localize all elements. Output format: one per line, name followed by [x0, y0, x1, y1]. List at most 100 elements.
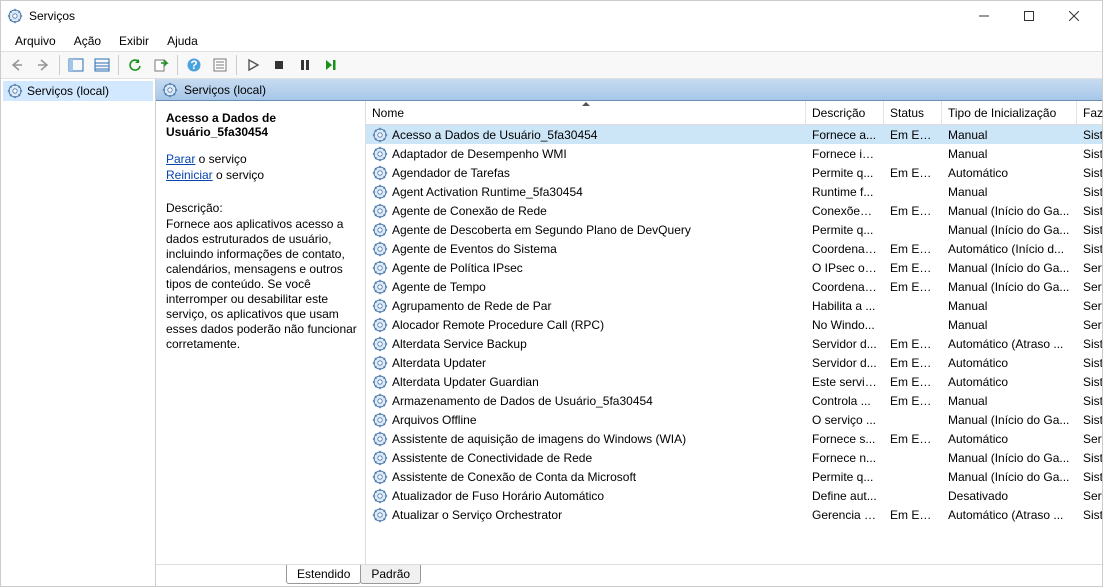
cell-logon: Sister — [1077, 375, 1102, 389]
cell-logon: Sister — [1077, 394, 1102, 408]
toolbar-separator — [236, 55, 237, 75]
service-row[interactable]: Agente de Eventos do Sistema Coordena ...… — [366, 239, 1102, 258]
service-row[interactable]: Assistente de Conexão de Conta da Micros… — [366, 467, 1102, 486]
gear-icon — [372, 469, 388, 485]
cell-description: Coordena ... — [806, 242, 884, 256]
service-row[interactable]: Assistente de aquisição de imagens do Wi… — [366, 429, 1102, 448]
cell-logon: Sister — [1077, 166, 1102, 180]
service-row[interactable]: Agente de Descoberta em Segundo Plano de… — [366, 220, 1102, 239]
service-row[interactable]: Adaptador de Desempenho WMIFornece in...… — [366, 144, 1102, 163]
refresh-button[interactable] — [123, 53, 147, 77]
cell-startup: Automático — [942, 166, 1077, 180]
minimize-button[interactable] — [961, 2, 1006, 30]
gear-icon — [372, 184, 388, 200]
window-controls — [961, 2, 1096, 30]
tab-standard[interactable]: Padrão — [360, 565, 421, 584]
show-hide-tree-button[interactable] — [64, 53, 88, 77]
service-row[interactable]: Arquivos OfflineO serviço ...Manual (Iní… — [366, 410, 1102, 429]
service-row[interactable]: Alterdata Service BackupServidor d...Em … — [366, 334, 1102, 353]
gear-icon — [372, 241, 388, 257]
stop-service-link[interactable]: Parar — [166, 152, 195, 166]
cell-name: Alocador Remote Procedure Call (RPC) — [366, 317, 806, 333]
cell-startup: Automático — [942, 356, 1077, 370]
restart-service-link[interactable]: Reiniciar — [166, 168, 213, 182]
service-row[interactable]: Armazenamento de Dados de Usuário_5fa304… — [366, 391, 1102, 410]
cell-description: Permite q... — [806, 166, 884, 180]
column-header-description[interactable]: Descrição — [806, 101, 884, 124]
cell-description: Habilita a ... — [806, 299, 884, 313]
tree-item-services-local[interactable]: Serviços (local) — [3, 81, 153, 101]
cell-name: Assistente de aquisição de imagens do Wi… — [366, 431, 806, 447]
service-rows[interactable]: Acesso a Dados de Usuário_5fa30454Fornec… — [366, 125, 1102, 564]
service-row[interactable]: Agente de TempoCoordena ...Em Exe...Manu… — [366, 277, 1102, 296]
menu-action[interactable]: Ação — [66, 32, 109, 50]
column-header-logon[interactable]: Fazer — [1077, 101, 1103, 124]
cell-status: Em Exe... — [884, 128, 942, 142]
cell-name: Agendador de Tarefas — [366, 165, 806, 181]
back-button[interactable] — [5, 53, 29, 77]
cell-logon: Sister — [1077, 242, 1102, 256]
service-row[interactable]: Acesso a Dados de Usuário_5fa30454Fornec… — [366, 125, 1102, 144]
service-row[interactable]: Atualizador de Fuso Horário AutomáticoDe… — [366, 486, 1102, 505]
service-row[interactable]: Alterdata Updater GuardianEste serviç...… — [366, 372, 1102, 391]
service-row[interactable]: Agente de Conexão de RedeConexões ...Em … — [366, 201, 1102, 220]
menu-file[interactable]: Arquivo — [7, 32, 64, 50]
tree-pane: Serviços (local) — [1, 79, 156, 586]
toolbar-separator — [177, 55, 178, 75]
service-row[interactable]: Alterdata UpdaterServidor d...Em Exe...A… — [366, 353, 1102, 372]
body: Serviços (local) Serviços (local) Acesso… — [1, 79, 1102, 586]
cell-name: Atualizador de Fuso Horário Automático — [366, 488, 806, 504]
cell-name: Agente de Tempo — [366, 279, 806, 295]
tab-extended[interactable]: Estendido — [286, 565, 361, 584]
cell-startup: Automático (Início d... — [942, 242, 1077, 256]
service-name: Assistente de aquisição de imagens do Wi… — [392, 432, 686, 446]
cell-startup: Automático — [942, 375, 1077, 389]
cell-startup: Manual — [942, 147, 1077, 161]
properties-button[interactable] — [208, 53, 232, 77]
menu-view[interactable]: Exibir — [111, 32, 157, 50]
service-name: Agrupamento de Rede de Par — [392, 299, 551, 313]
cell-name: Agente de Descoberta em Segundo Plano de… — [366, 222, 806, 238]
service-name: Agente de Política IPsec — [392, 261, 523, 275]
detail-pane: Acesso a Dados de Usuário_5fa30454 Parar… — [156, 101, 366, 564]
maximize-button[interactable] — [1006, 2, 1051, 30]
service-row[interactable]: Agent Activation Runtime_5fa30454Runtime… — [366, 182, 1102, 201]
right-pane: Serviços (local) Acesso a Dados de Usuár… — [156, 79, 1102, 586]
cell-status: Em Exe... — [884, 337, 942, 351]
pause-service-button[interactable] — [293, 53, 317, 77]
service-name: Agente de Eventos do Sistema — [392, 242, 557, 256]
column-header-name[interactable]: Nome — [366, 101, 806, 124]
gear-icon — [372, 355, 388, 371]
service-row[interactable]: Atualizar o Serviço OrchestratorGerencia… — [366, 505, 1102, 524]
selected-service-title: Acesso a Dados de Usuário_5fa30454 — [166, 111, 357, 139]
service-row[interactable]: Agendador de TarefasPermite q...Em Exe..… — [366, 163, 1102, 182]
cell-status: Em Exe... — [884, 261, 942, 275]
gear-icon — [372, 336, 388, 352]
service-row[interactable]: Alocador Remote Procedure Call (RPC)No W… — [366, 315, 1102, 334]
service-name: Alterdata Service Backup — [392, 337, 527, 351]
service-name: Assistente de Conexão de Conta da Micros… — [392, 470, 636, 484]
cell-startup: Manual (Início do Ga... — [942, 451, 1077, 465]
cell-logon: Sister — [1077, 413, 1102, 427]
column-header-status[interactable]: Status — [884, 101, 942, 124]
service-row[interactable]: Assistente de Conectividade de RedeForne… — [366, 448, 1102, 467]
restart-service-button[interactable] — [319, 53, 343, 77]
menu-help[interactable]: Ajuda — [159, 32, 206, 50]
stop-service-button[interactable] — [267, 53, 291, 77]
column-header-startup[interactable]: Tipo de Inicialização — [942, 101, 1077, 124]
forward-button[interactable] — [31, 53, 55, 77]
start-service-button[interactable] — [241, 53, 265, 77]
service-name: Agente de Tempo — [392, 280, 486, 294]
gear-icon — [372, 260, 388, 276]
cell-status: Em Exe... — [884, 356, 942, 370]
help-button[interactable]: ? — [182, 53, 206, 77]
cell-logon: Sister — [1077, 508, 1102, 522]
close-button[interactable] — [1051, 2, 1096, 30]
detail-view-button[interactable] — [90, 53, 114, 77]
cell-startup: Manual (Início do Ga... — [942, 223, 1077, 237]
service-row[interactable]: Agrupamento de Rede de Par Habilita a ...… — [366, 296, 1102, 315]
export-list-button[interactable] — [149, 53, 173, 77]
service-row[interactable]: Agente de Política IPsecO IPsec of...Em … — [366, 258, 1102, 277]
cell-description: Servidor d... — [806, 356, 884, 370]
service-name: Agent Activation Runtime_5fa30454 — [392, 185, 583, 199]
